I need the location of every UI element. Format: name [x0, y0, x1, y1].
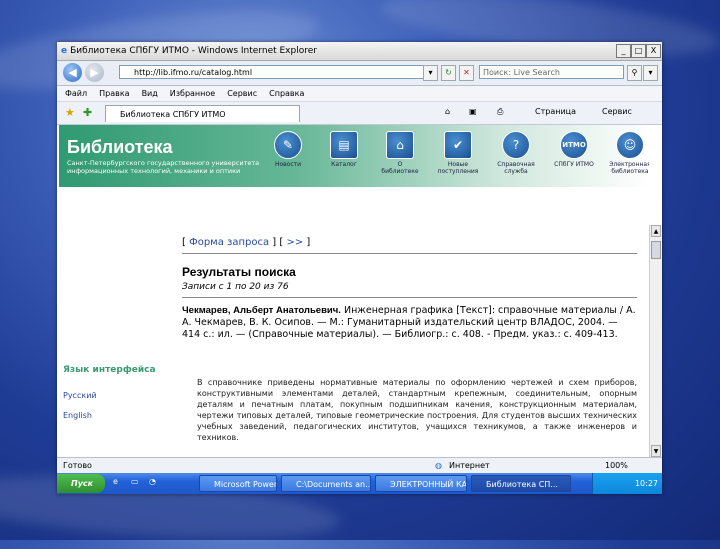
ie-icon: e [61, 46, 68, 56]
start-button[interactable]: Пуск [57, 474, 105, 493]
address-input[interactable]: http://lib.ifmo.ru/catalog.html [119, 65, 434, 79]
divider [182, 253, 637, 254]
menu-view[interactable]: Вид [142, 89, 158, 98]
banner-subtitle: Санкт-Петербургского государственного ун… [67, 159, 260, 175]
nav-new-arrivals[interactable]: ✔ Новые поступления [437, 131, 479, 175]
page-menu[interactable]: Страница [535, 107, 576, 116]
nav-news[interactable]: ✎ Новости [267, 131, 309, 168]
divider [182, 297, 637, 298]
search-options-dropdown[interactable]: ▾ [643, 65, 658, 81]
minimize-button[interactable]: _ [616, 44, 631, 58]
stop-icon[interactable]: ✕ [459, 65, 474, 81]
list-item: Чекмарев, Альберт Анатольевич. Инженерна… [182, 305, 637, 341]
nav-e-library[interactable]: ☺ Электронная библиотека [609, 131, 649, 175]
nav-itmo[interactable]: ИТМО СПбГУ ИТМО [553, 131, 595, 168]
entry-author[interactable]: Чекмарев, Альберт Анатольевич. [182, 305, 341, 316]
address-bar: ◀ ▶ http://lib.ifmo.ru/catalog.html ▾ ↻ … [57, 61, 662, 86]
query-form-link[interactable]: Форма запроса [189, 237, 269, 248]
browser-window: e Библиотека СПбГУ ИТМО - Windows Intern… [57, 42, 662, 494]
quicklaunch-media-icon[interactable]: ◔ [149, 477, 156, 486]
task-documents[interactable]: C:\Documents an... [281, 475, 371, 492]
page-content: Библиотека Санкт-Петербургского государс… [57, 125, 649, 457]
internet-zone-icon: ◍ [435, 461, 442, 470]
quicklaunch-ie-icon[interactable]: e [113, 477, 118, 486]
status-bar: Готово ◍ Интернет 100% [57, 457, 662, 473]
zone-label: Интернет [449, 461, 490, 470]
about-icon: ⌂ [386, 131, 414, 159]
tab-bar: ★ ✚ Библиотека СПбГУ ИТМО ⌂ ▣ ⎙ Страница… [57, 102, 662, 125]
records-count: Записи с 1 по 20 из 76 [182, 282, 289, 292]
forward-button[interactable]: ▶ [85, 63, 104, 82]
add-favorite-icon[interactable]: ✚ [83, 106, 92, 119]
menu-help[interactable]: Справка [269, 89, 304, 98]
quicklaunch-desktop-icon[interactable]: ▭ [131, 477, 139, 486]
task-powerpoint[interactable]: Microsoft Power... [199, 475, 277, 492]
back-button[interactable]: ◀ [63, 63, 82, 82]
maximize-button[interactable]: □ [631, 44, 646, 58]
print-icon[interactable]: ⎙ [497, 107, 503, 117]
menu-bar: Файл Правка Вид Избранное Сервис Справка [57, 86, 662, 102]
system-tray: 10:27 [592, 473, 662, 494]
nav-help-desk[interactable]: ? Справочная служба [495, 131, 537, 175]
itmo-logo-icon: ИТМО [560, 131, 588, 159]
window-title: Библиотека СПбГУ ИТМО - Windows Internet… [70, 46, 317, 56]
taskbar: Пуск e ▭ ◔ Microsoft Power... C:\Documen… [57, 473, 662, 494]
favorites-star-icon[interactable]: ★ [65, 106, 75, 119]
title-bar: e Библиотека СПбГУ ИТМО - Windows Intern… [57, 42, 662, 61]
entry-annotation: В справочнике приведены нормативные мате… [197, 378, 637, 442]
question-icon: ? [502, 131, 530, 159]
scroll-thumb[interactable] [651, 241, 661, 259]
search-input[interactable]: Поиск: Live Search [479, 65, 624, 79]
search-icon[interactable]: ⚲ [627, 65, 642, 81]
language-english[interactable]: English [63, 411, 92, 420]
feeds-icon[interactable]: ▣ [469, 107, 477, 116]
scroll-down-arrow[interactable]: ▼ [651, 445, 661, 457]
results-title: Результаты поиска [182, 265, 296, 279]
menu-favorites[interactable]: Избранное [170, 89, 215, 98]
zoom-level[interactable]: 100% [605, 458, 628, 473]
refresh-icon[interactable]: ↻ [441, 65, 456, 81]
language-heading: Язык интерфейса [63, 365, 156, 375]
library-banner: Библиотека Санкт-Петербургского государс… [59, 125, 649, 187]
breadcrumb: [ Форма запроса ] [ >> ] [182, 237, 311, 248]
nav-catalog[interactable]: ▤ Каталог [323, 131, 365, 168]
home-icon[interactable]: ⌂ [445, 107, 450, 116]
scroll-up-arrow[interactable]: ▲ [651, 225, 661, 237]
e-library-icon: ☺ [616, 131, 644, 159]
new-arrivals-icon: ✔ [444, 131, 472, 159]
news-icon: ✎ [274, 131, 302, 159]
vertical-scrollbar[interactable]: ▲ ▼ [649, 225, 662, 457]
nav-about[interactable]: ⌂ О библиотеке [379, 131, 421, 175]
clock[interactable]: 10:27 [635, 479, 658, 488]
status-text: Готово [63, 461, 92, 470]
menu-file[interactable]: Файл [65, 89, 87, 98]
catalog-icon: ▤ [330, 131, 358, 159]
next-page-link[interactable]: >> [286, 237, 303, 248]
tools-menu[interactable]: Сервис [602, 107, 632, 116]
address-dropdown[interactable]: ▾ [423, 65, 438, 81]
menu-tools[interactable]: Сервис [227, 89, 257, 98]
language-russian[interactable]: Русский [63, 391, 97, 400]
menu-edit[interactable]: Правка [99, 89, 129, 98]
close-button[interactable]: X [646, 44, 661, 58]
banner-title: Библиотека [67, 137, 173, 157]
task-library[interactable]: Библиотека СП... [471, 475, 571, 492]
task-e-catalog[interactable]: ЭЛЕКТРОННЫЙ КАТ... [375, 475, 467, 492]
tab-library[interactable]: Библиотека СПбГУ ИТМО [105, 105, 300, 122]
